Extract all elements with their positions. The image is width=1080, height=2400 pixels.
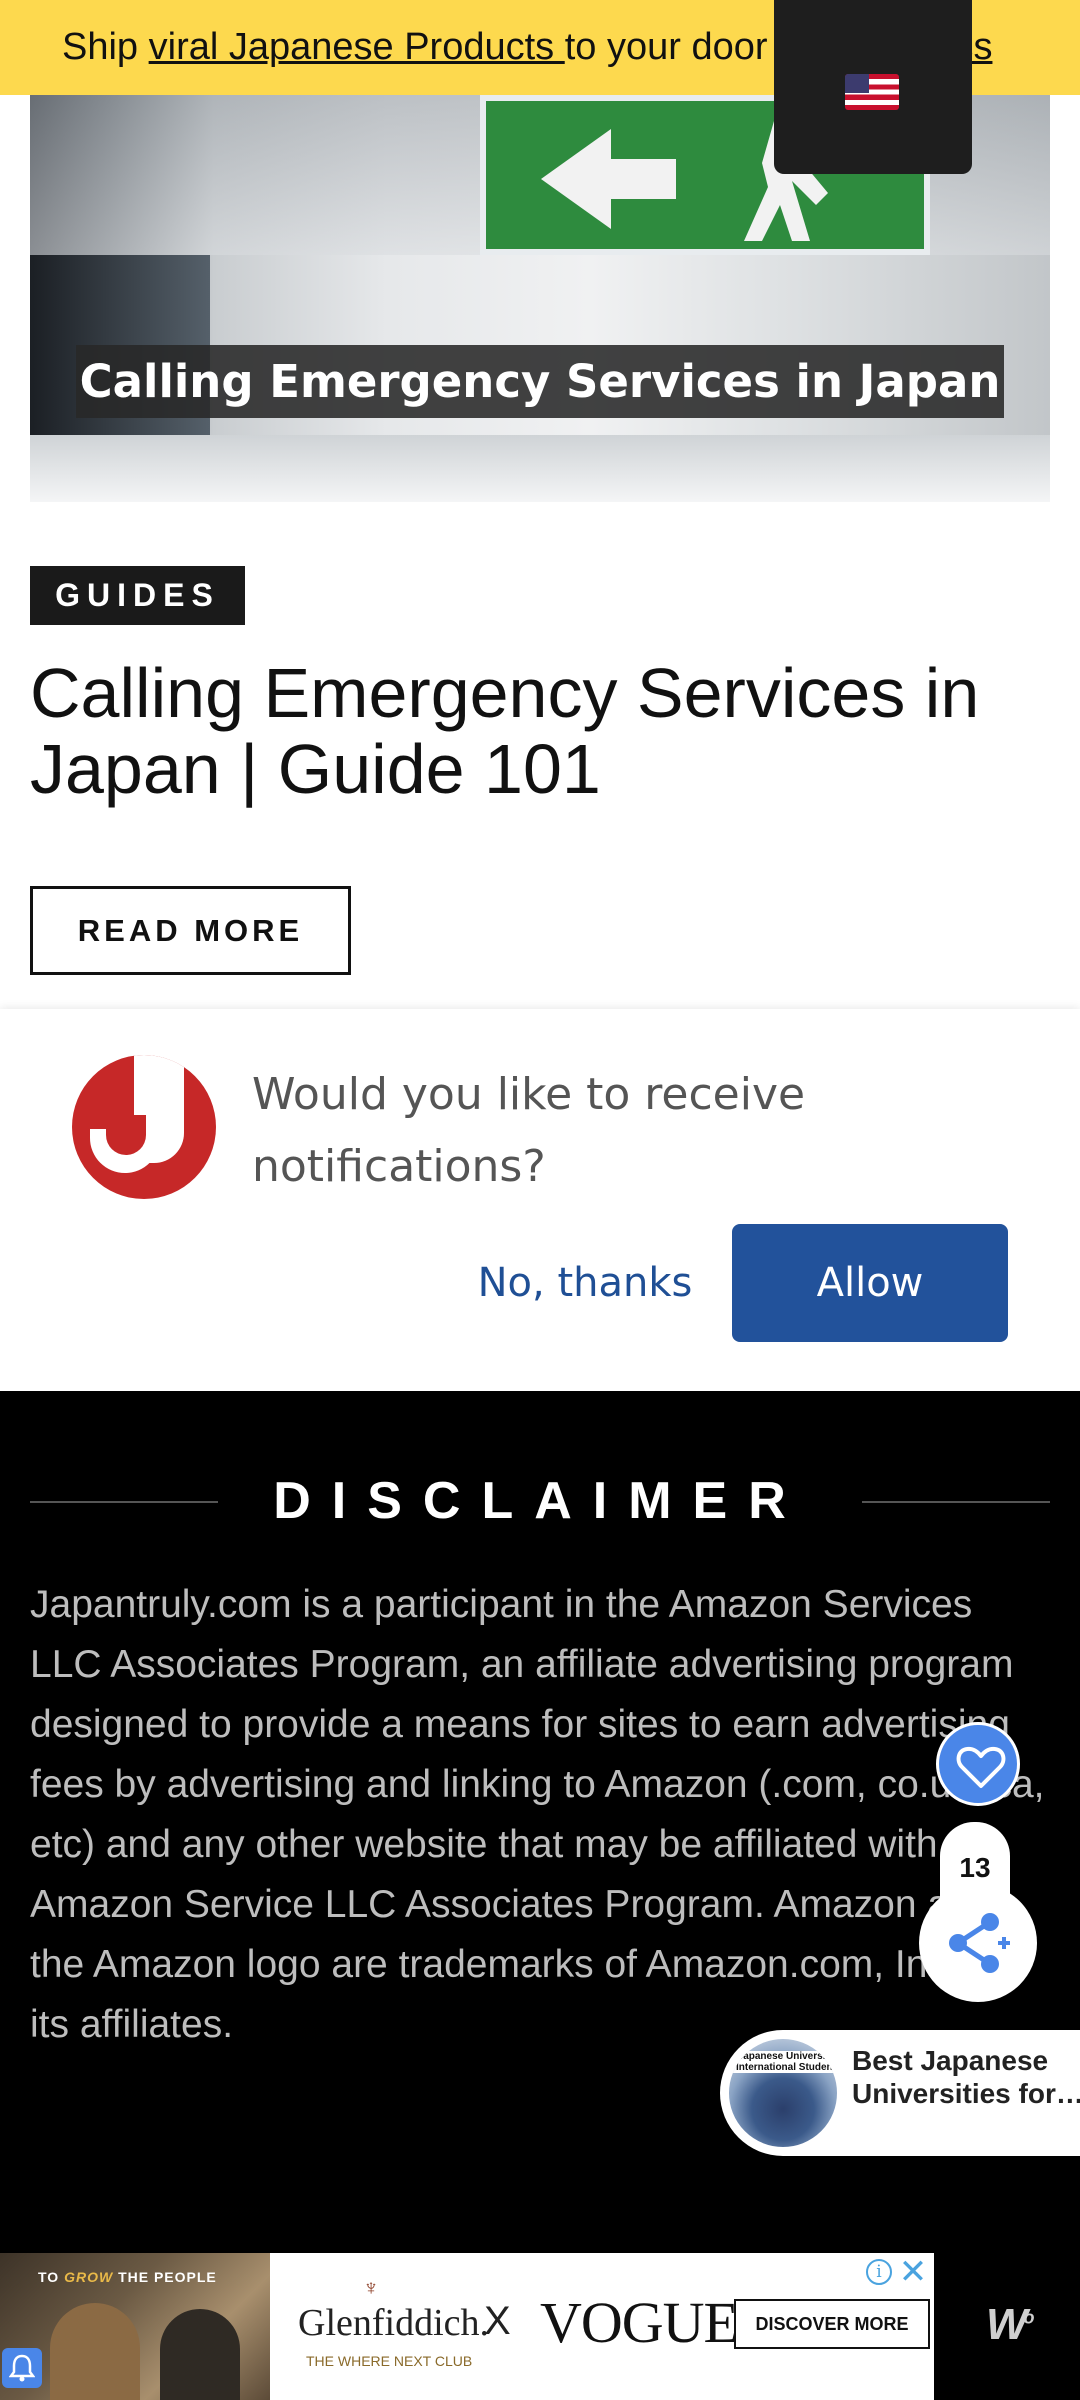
allow-button[interactable]: Allow bbox=[732, 1224, 1008, 1342]
site-logo-icon bbox=[72, 1055, 216, 1199]
notification-prompt: Would you like to receive notifications?… bbox=[0, 1009, 1080, 1391]
share-button[interactable] bbox=[919, 1884, 1037, 2002]
us-flag-icon[interactable] bbox=[845, 74, 899, 110]
hero-caption: Calling Emergency Services in Japan bbox=[76, 345, 1004, 418]
ad-brand-logo: Glenfiddich. bbox=[298, 2302, 490, 2344]
notification-bell-icon[interactable] bbox=[2, 2348, 42, 2388]
promo-link[interactable]: viral Japanese Products bbox=[149, 26, 565, 68]
disclaimer-text: Japantruly.com is a participant in the A… bbox=[30, 1583, 1045, 2046]
promo-suffix: to your door bbox=[564, 26, 768, 68]
page: Ship viral Japanese Products to your doo… bbox=[0, 0, 1080, 2400]
recommended-article-title[interactable]: Best Japanese Universities for… bbox=[852, 2044, 1080, 2110]
ad-close-icon[interactable]: ✕ bbox=[896, 2255, 930, 2289]
no-thanks-button[interactable]: No, thanks bbox=[470, 1224, 700, 1342]
publisher-logo-icon: Wo bbox=[986, 2300, 1035, 2349]
ad-info-icon[interactable]: i bbox=[866, 2259, 892, 2285]
article-title[interactable]: Calling Emergency Services in Japan | Gu… bbox=[30, 655, 1050, 807]
language-switcher[interactable] bbox=[774, 0, 972, 174]
advertisement-banner[interactable]: TO GROW THE PEOPLE ♆ Glenfiddich. THE WH… bbox=[0, 2253, 934, 2400]
notification-message: Would you like to receive notifications? bbox=[252, 1069, 806, 1192]
stag-crest-icon: ♆ bbox=[362, 2275, 380, 2300]
heart-icon bbox=[956, 1746, 1006, 1788]
share-icon bbox=[949, 1913, 1010, 1973]
category-tag[interactable]: GUIDES bbox=[30, 566, 245, 625]
recommended-article-card[interactable]: Japanese University International Studen… bbox=[720, 2030, 1080, 2156]
divider bbox=[862, 1501, 1050, 1503]
ad-collab-x: X bbox=[484, 2299, 511, 2343]
promo-prefix: Ship bbox=[62, 26, 149, 68]
read-more-button[interactable]: READ MORE bbox=[30, 886, 351, 975]
discover-more-button[interactable]: DISCOVER MORE bbox=[734, 2299, 930, 2349]
disclaimer-section: DISCLAIMER Japantruly.com is a participa… bbox=[0, 1391, 1080, 2400]
ad-partner-logo: VOGUE bbox=[540, 2290, 739, 2355]
ad-brand-subtitle: THE WHERE NEXT CLUB bbox=[306, 2353, 473, 2369]
thumbnail-label: Japanese University International Studen… bbox=[729, 2051, 837, 2073]
heart-button[interactable] bbox=[936, 1722, 1020, 1806]
recommended-article-thumbnail: Japanese University International Studen… bbox=[726, 2036, 840, 2150]
ad-tagline: TO GROW THE PEOPLE bbox=[38, 2269, 217, 2285]
